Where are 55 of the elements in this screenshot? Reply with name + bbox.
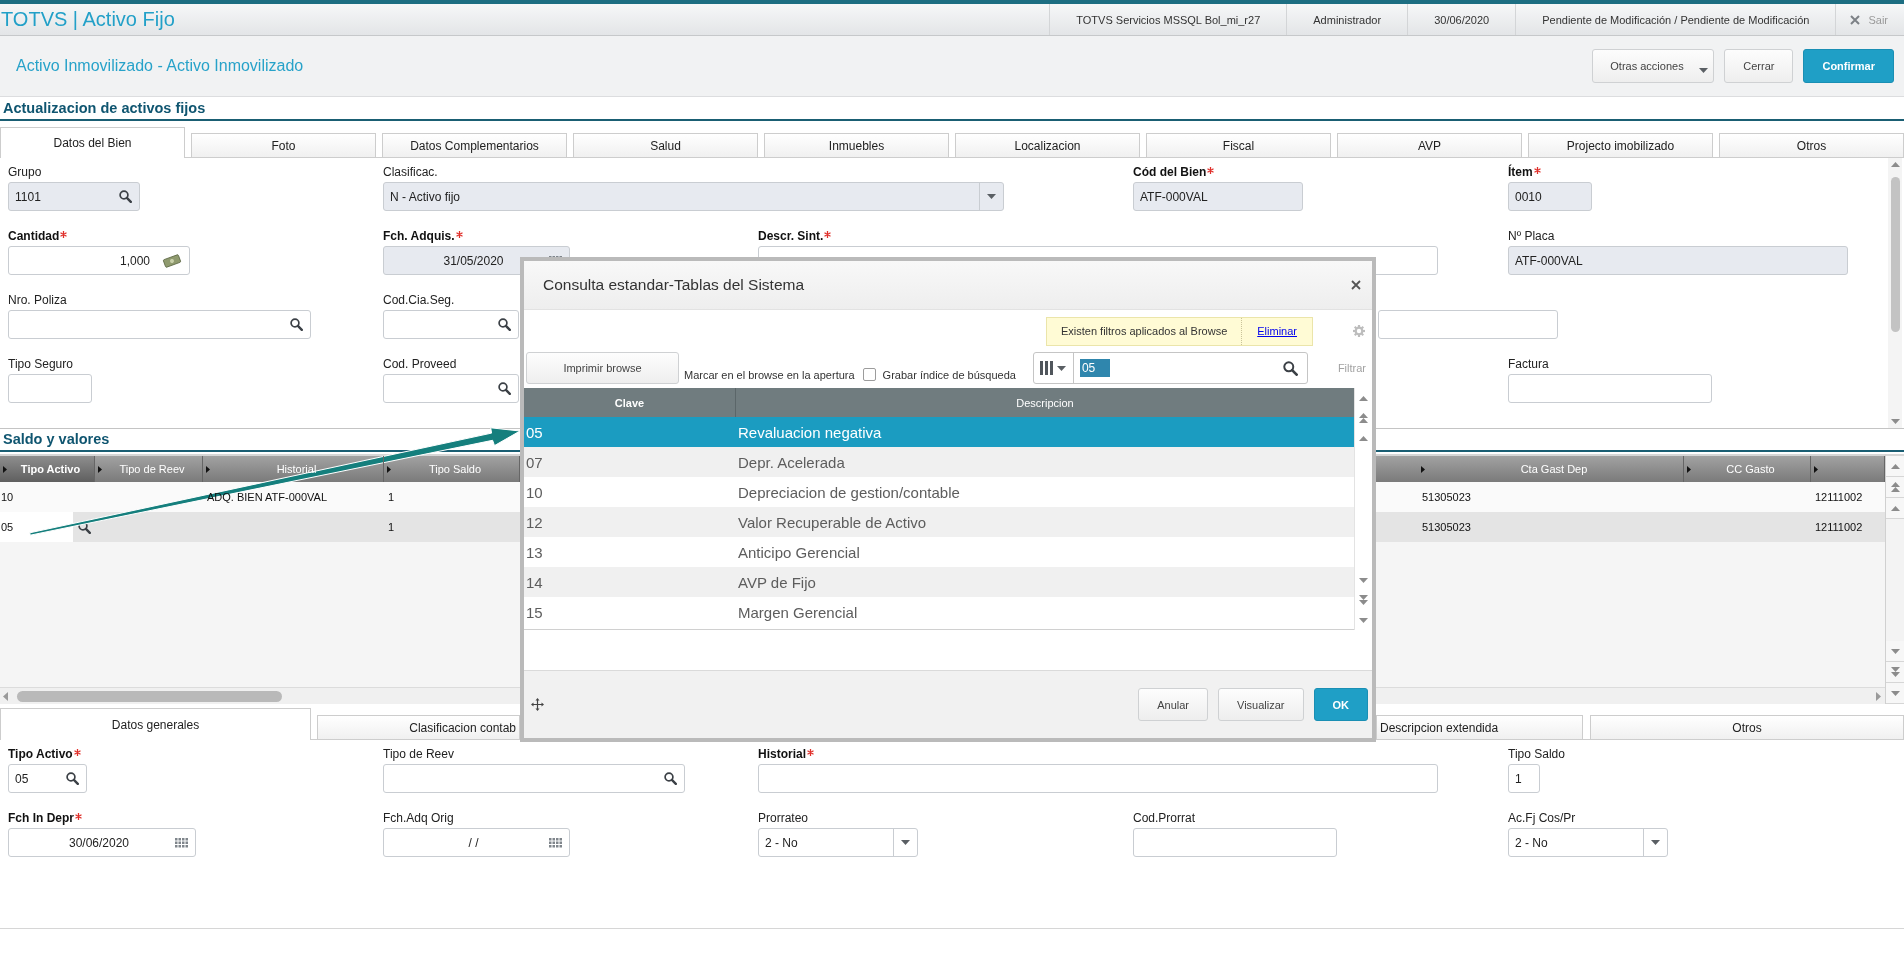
field-label: Cod.Cia.Seg. (383, 293, 455, 308)
table-cell-text: 1 (387, 520, 396, 535)
option-label: Marcar en el browse en la apertura (684, 369, 855, 381)
table-cell-text: Depr. Acelerada (737, 453, 845, 471)
field-label: Clasificac. (383, 165, 438, 180)
table-cell-text: 10 (0, 490, 15, 505)
field-label: Nº Placa (1508, 229, 1555, 244)
section-title: Actualizacion de activos fijos (3, 100, 206, 116)
app-title: TOTVS | Activo Fijo (0, 7, 176, 32)
field-label: Cantidad (8, 229, 60, 244)
table-cell-text: Margen Gerencial (737, 603, 858, 621)
table-cell-text: 51305023 (1421, 520, 1472, 535)
field-label: Cod.Prorrat (1133, 811, 1196, 826)
field-label: Cód del Bien (1133, 165, 1207, 180)
session-info: Pendiente de Modificación / Pendiente de Modificación (1515, 4, 1836, 35)
field-label: Nro. Poliza (8, 293, 67, 308)
table-cell-text: Revaluacion negativa (737, 423, 882, 441)
section-title: Saldo y valores (3, 431, 110, 447)
table-cell-text: Valor Recuperable de Activo (737, 513, 927, 531)
field-label: Tipo Saldo (1508, 747, 1565, 762)
table-cell-text: 1 (387, 490, 396, 505)
table-cell-text: 15 (525, 603, 544, 621)
field-label: Fch.Adq Orig (383, 811, 454, 826)
field-label: Tipo Seguro (8, 357, 73, 372)
field-label: Fch In Depr (8, 811, 74, 826)
session-info: TOTVS Servicios MSSQL Bol_mi_r27 (1049, 4, 1287, 35)
table-cell-text: 13 (525, 543, 544, 561)
field-label: Historial (758, 747, 806, 762)
table-cell-text: Depreciacion de gestion/contable (737, 483, 960, 501)
dialog-title: Consulta estandar-Tablas del Sistema (543, 276, 806, 294)
table-cell-text: 12 (525, 513, 544, 531)
field-label: Tipo Activo (8, 747, 73, 762)
session-info: Administrador (1286, 4, 1408, 35)
field-label: Fch. Adquis. (383, 229, 455, 244)
page-title: Activo Inmovilizado - Activo Inmovilizado (16, 57, 305, 75)
field-label: Tipo de Reev (383, 747, 454, 762)
notice-text: Existen filtros aplicados al Browse (1046, 317, 1243, 345)
field-label: Prorrateo (758, 811, 809, 826)
table-cell-text: 05 (525, 423, 544, 441)
field-label: Ac.Fj Cos/Pr (1508, 811, 1576, 826)
table-cell-text: Anticipo Gerencial (737, 543, 860, 561)
table-cell-text: 14 (525, 573, 544, 591)
option-label: Grabar índice de búsqueda (882, 369, 1016, 381)
field-label: Ítem (1508, 165, 1533, 180)
field-label: Factura (1508, 357, 1549, 372)
field-label: Grupo (8, 165, 42, 180)
field-label: Descr. Sint. (758, 229, 824, 244)
table-cell-text: 51305023 (1421, 490, 1472, 505)
session-info: 30/06/2020 (1407, 4, 1516, 35)
table-cell-text: 10 (525, 483, 544, 501)
table-cell-text: 07 (525, 453, 544, 471)
table-cell-text: 12111002 (1814, 520, 1864, 535)
field-label: Cod. Proveed (383, 357, 457, 372)
table-cell-text: AVP de Fijo (737, 573, 816, 591)
table-cell-text: 12111002 (1814, 490, 1864, 505)
